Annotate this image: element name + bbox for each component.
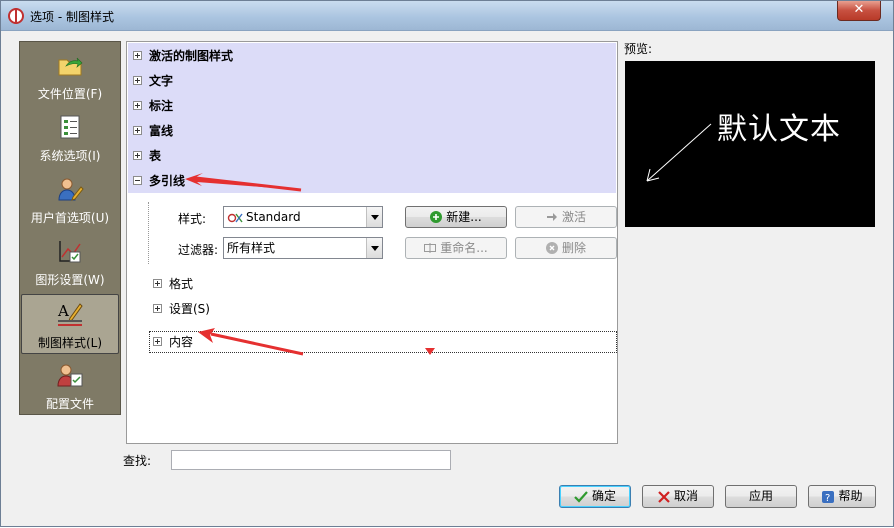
tree-item-active-styles[interactable]: 激活的制图样式	[133, 46, 233, 66]
dialog-body: 文件位置(F) 系统选项(I) 用户首选项(U) 图形设置(W) A 制图样式(…	[9, 31, 885, 521]
expand-icon[interactable]	[133, 101, 142, 110]
tree-item-content[interactable]: 内容	[153, 332, 193, 352]
cross-icon	[658, 490, 670, 503]
arrow-right-icon	[546, 211, 558, 223]
window-title: 选项 - 制图样式	[30, 10, 114, 24]
expand-icon[interactable]	[133, 126, 142, 135]
chevron-down-icon[interactable]	[366, 207, 382, 227]
tree-item-multileader[interactable]: 多引线	[133, 171, 185, 191]
tree-item-multiline[interactable]: 富线	[133, 121, 173, 141]
tree-connector-line	[148, 202, 149, 264]
checkmark-icon	[574, 490, 588, 503]
search-input[interactable]	[171, 450, 451, 470]
apply-button[interactable]: 应用	[725, 485, 797, 508]
preview-canvas: 默认文本	[625, 61, 875, 227]
plus-icon	[430, 210, 443, 223]
close-button[interactable]: ✕	[837, 1, 881, 21]
delete-icon	[545, 241, 558, 254]
help-icon: ?	[822, 490, 835, 504]
style-icon	[227, 213, 243, 222]
user-pencil-icon	[58, 178, 84, 201]
new-style-button[interactable]: 新建...	[405, 206, 507, 228]
tree-item-table[interactable]: 表	[133, 146, 161, 166]
graphics-settings-icon	[59, 241, 81, 263]
style-combobox[interactable]: Standard	[223, 206, 383, 228]
tree-item-settings[interactable]: 设置(S)	[153, 299, 210, 319]
cancel-button[interactable]: 取消	[642, 485, 714, 508]
style-label: 样式:	[178, 212, 207, 226]
sidebar: 文件位置(F) 系统选项(I) 用户首选项(U) 图形设置(W) A 制图样式(…	[19, 41, 121, 415]
drafting-style-icon: A	[57, 302, 83, 326]
sidebar-item-user-preferences[interactable]: 用户首选项(U)	[21, 170, 119, 230]
svg-text:?: ?	[825, 493, 830, 504]
style-tree-panel: 激活的制图样式 文字 标注 富线 表 多引线 样式: Standard 过滤器:…	[126, 41, 618, 444]
app-icon	[8, 8, 24, 24]
options-dialog: 选项 - 制图样式 ✕ 文件位置(F) 系统选项(I) 用户首选项(U) 图形设…	[0, 0, 894, 527]
expand-icon[interactable]	[133, 151, 142, 160]
preview-label: 预览:	[624, 42, 653, 56]
help-button[interactable]: ? 帮助	[808, 485, 876, 508]
sidebar-item-graphics-settings[interactable]: 图形设置(W)	[21, 232, 119, 292]
filter-label: 过滤器:	[178, 243, 219, 257]
folder-arrow-icon	[58, 57, 83, 76]
tree-item-content-focus	[149, 331, 617, 353]
sidebar-item-system-options[interactable]: 系统选项(I)	[21, 108, 119, 168]
chevron-down-icon[interactable]	[366, 238, 382, 258]
preview-text: 默认文本	[717, 112, 841, 147]
svg-text:A: A	[57, 302, 69, 320]
sidebar-item-file-locations[interactable]: 文件位置(F)	[21, 46, 119, 106]
expand-icon[interactable]	[153, 304, 162, 313]
tree-item-text[interactable]: 文字	[133, 71, 173, 91]
expand-icon[interactable]	[153, 337, 162, 346]
expand-icon[interactable]	[153, 279, 162, 288]
tree-item-format[interactable]: 格式	[153, 274, 193, 294]
sidebar-item-drafting-styles[interactable]: A 制图样式(L)	[21, 294, 119, 354]
collapse-icon[interactable]	[133, 176, 142, 185]
filter-combobox[interactable]: 所有样式	[223, 237, 383, 259]
activate-button[interactable]: 激活	[515, 206, 617, 228]
expand-icon[interactable]	[133, 51, 142, 60]
rename-icon	[424, 242, 437, 254]
tree-item-dimension[interactable]: 标注	[133, 96, 173, 116]
ok-button[interactable]: 确定	[559, 485, 631, 508]
expand-icon[interactable]	[133, 76, 142, 85]
title-bar[interactable]: 选项 - 制图样式 ✕	[1, 1, 893, 31]
delete-button[interactable]: 删除	[515, 237, 617, 259]
checklist-icon	[60, 115, 80, 139]
profile-icon	[57, 364, 83, 387]
sidebar-item-profiles[interactable]: 配置文件	[21, 356, 119, 416]
search-label: 查找:	[123, 454, 152, 468]
rename-button[interactable]: 重命名...	[405, 237, 507, 259]
